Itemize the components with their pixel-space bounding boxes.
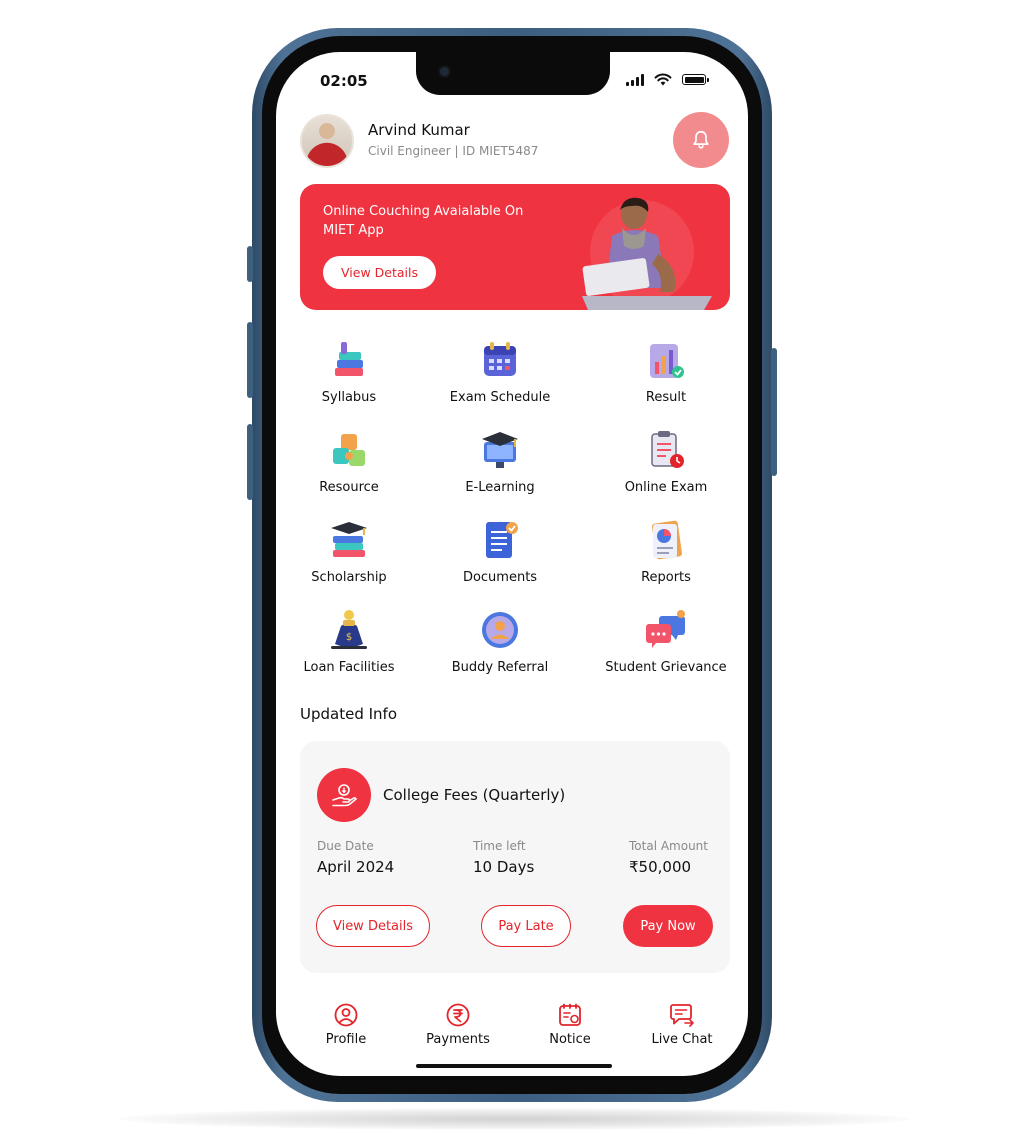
tab-live-chat[interactable]: Live Chat: [632, 1002, 732, 1047]
rupee-icon: [446, 1003, 470, 1027]
svg-text:$: $: [346, 632, 352, 643]
fee-icon-badge: [317, 768, 371, 822]
student-with-laptop-image: [582, 197, 712, 310]
front-camera: [440, 67, 449, 76]
menu-label: Loan Facilities: [303, 660, 395, 675]
avatar[interactable]: [300, 114, 354, 168]
tab-payments[interactable]: Payments: [408, 1002, 508, 1047]
total-amount-value: ₹50,000: [629, 858, 692, 876]
hand-coin-icon: [332, 784, 357, 807]
tab-label: Live Chat: [651, 1032, 713, 1047]
user-circle-icon: [334, 1003, 358, 1027]
menu-exam-schedule[interactable]: Exam Schedule: [425, 338, 575, 405]
puzzle-icon: [333, 434, 365, 466]
chat-bubbles-icon: [646, 610, 685, 648]
time-left-value: 10 Days: [473, 858, 535, 876]
menu-label: Reports: [641, 570, 691, 585]
menu-label: Buddy Referral: [451, 660, 549, 675]
due-date-label: Due Date: [317, 839, 374, 853]
menu-label: Scholarship: [311, 570, 387, 585]
menu-label: Resource: [319, 480, 379, 495]
menu-label: Student Grievance: [605, 660, 727, 675]
power-button: [771, 348, 777, 476]
tab-profile[interactable]: Profile: [296, 1002, 396, 1047]
pay-late-button[interactable]: Pay Late: [481, 905, 571, 947]
menu-scholarship[interactable]: Scholarship: [276, 518, 424, 585]
syllabus-books-icon: [335, 342, 363, 376]
menu-label: Exam Schedule: [449, 390, 551, 405]
menu-label: Syllabus: [321, 390, 377, 405]
mute-switch: [247, 246, 253, 282]
report-pie-icon: [652, 520, 682, 560]
clipboard-clock-icon: [651, 431, 684, 468]
books-cap-icon: [331, 522, 367, 557]
phone-shadow: [120, 1108, 910, 1130]
user-subtitle: Civil Engineer | ID MIET5487: [368, 144, 539, 158]
menu-label: E-Learning: [465, 480, 535, 495]
fee-title: College Fees (Quarterly): [383, 786, 566, 804]
notification-button[interactable]: [673, 112, 729, 168]
menu-label: Documents: [462, 570, 538, 585]
user-badge-icon: [482, 612, 518, 648]
user-name: Arvind Kumar: [368, 121, 470, 139]
time-left-group: Time left 10 Days: [473, 839, 534, 876]
bell-icon: [693, 130, 709, 149]
menu-label: Result: [645, 390, 687, 405]
wifi-icon: [654, 73, 672, 86]
tab-label: Notice: [549, 1032, 591, 1047]
menu-syllabus[interactable]: Syllabus: [276, 338, 424, 405]
volume-down-button: [247, 424, 253, 500]
result-chart-icon: [650, 344, 684, 378]
menu-loan-facilities[interactable]: $ Loan Facilities: [276, 608, 424, 675]
menu-documents[interactable]: Documents: [425, 518, 575, 585]
total-amount-group: Total Amount ₹50,000: [629, 839, 708, 876]
menu-student-grievance[interactable]: Student Grievance: [591, 608, 741, 675]
menu-buddy-referral[interactable]: Buddy Referral: [425, 608, 575, 675]
battery-icon: [682, 74, 709, 85]
menu-label: Online Exam: [624, 480, 708, 495]
calendar-icon: [484, 342, 516, 376]
banner-view-details-button[interactable]: View Details: [323, 256, 436, 289]
document-check-icon: [486, 522, 518, 558]
money-bag-icon: $: [331, 610, 367, 649]
tab-label: Payments: [426, 1032, 490, 1047]
tab-notice[interactable]: Notice: [520, 1002, 620, 1047]
cellular-signal-icon: [626, 73, 644, 86]
total-amount-label: Total Amount: [629, 839, 708, 853]
pay-now-button[interactable]: Pay Now: [623, 905, 713, 947]
fee-card: College Fees (Quarterly) Due Date April …: [300, 741, 730, 973]
volume-up-button: [247, 322, 253, 398]
menu-e-learning[interactable]: E-Learning: [425, 428, 575, 495]
menu-resource[interactable]: Resource: [276, 428, 424, 495]
menu-online-exam[interactable]: Online Exam: [591, 428, 741, 495]
updated-info-title: Updated Info: [300, 705, 398, 723]
promo-banner: Online Couching Avaialable On MIET App V…: [300, 184, 730, 310]
menu-result[interactable]: Result: [591, 338, 741, 405]
app-screen: 02:05 Arvind Kumar Civil Engineer | ID M…: [276, 52, 748, 1076]
menu-reports[interactable]: Reports: [591, 518, 741, 585]
status-time: 02:05: [320, 72, 368, 90]
status-icons: [626, 73, 709, 86]
time-left-label: Time left: [473, 839, 526, 853]
graduation-monitor-icon: [482, 432, 518, 468]
due-date-group: Due Date April 2024: [317, 839, 394, 876]
notice-icon: [559, 1003, 581, 1026]
banner-text: Online Couching Avaialable On MIET App: [323, 204, 524, 238]
due-date-value: April 2024: [317, 858, 395, 876]
chat-icon: [670, 1004, 694, 1027]
view-details-button[interactable]: View Details: [316, 905, 430, 947]
home-indicator[interactable]: [416, 1064, 612, 1068]
tab-label: Profile: [325, 1032, 367, 1047]
